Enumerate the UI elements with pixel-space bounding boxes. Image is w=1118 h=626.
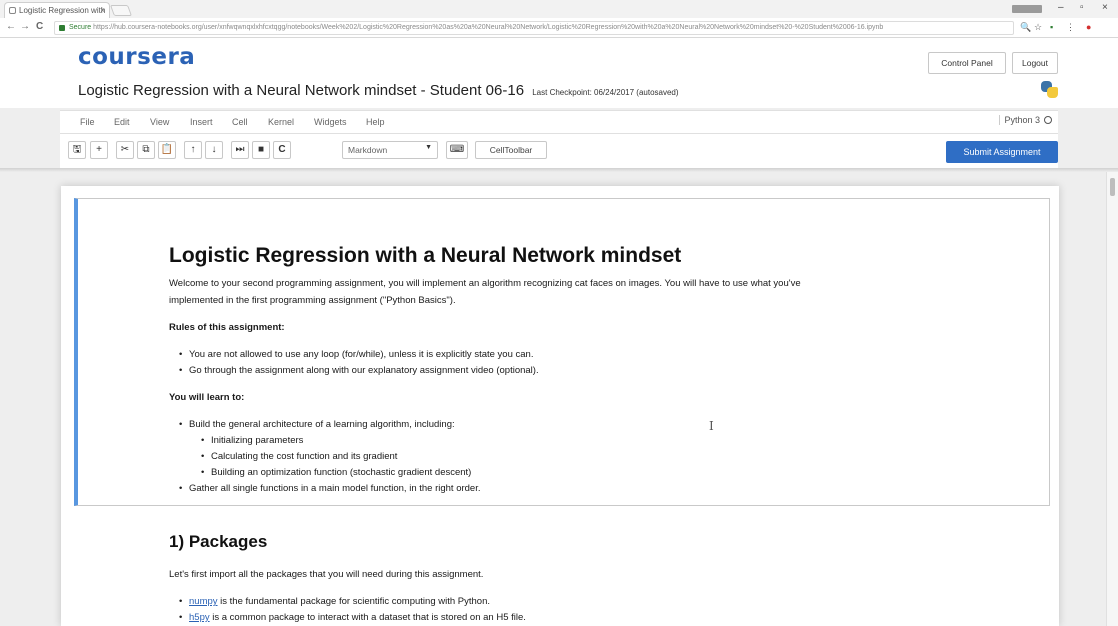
learn-subitem: Initializing parameters [201, 435, 303, 446]
packages-intro: Let's first import all the packages that… [169, 569, 484, 580]
save-icon[interactable]: 🖫 [68, 141, 86, 159]
run-cell-icon[interactable]: ⏭ [231, 141, 249, 159]
kernel-status-icon [1044, 116, 1052, 124]
menu-insert[interactable]: Insert [190, 117, 213, 127]
stop-icon[interactable]: ■ [252, 141, 270, 159]
menu-help[interactable]: Help [366, 117, 385, 127]
notebook-title-row: Logistic Regression with a Neural Networ… [78, 82, 679, 99]
menu-cell[interactable]: Cell [232, 117, 248, 127]
submit-assignment-button[interactable]: Submit Assignment [946, 141, 1058, 163]
header-shadow [0, 168, 1118, 172]
browser-tab-title: Logistic Regression with [19, 6, 106, 15]
paste-icon[interactable]: 📋 [158, 141, 176, 159]
package-item: h5py is a common package to interact wit… [179, 612, 526, 623]
tab-close-icon[interactable]: × [100, 6, 105, 15]
learn-subitem: Building an optimization function (stoch… [201, 467, 471, 478]
move-down-icon[interactable]: ↓ [205, 141, 223, 159]
browser-tab[interactable]: Logistic Regression with × [4, 2, 110, 18]
h5py-description: is a common package to interact with a d… [209, 612, 526, 623]
url-text: https://hub.coursera-notebooks.org/user/… [93, 24, 884, 31]
text-cursor-icon: I [709, 419, 714, 433]
url-field[interactable]: Secure https://hub.coursera-notebooks.or… [54, 21, 1014, 35]
page-scrollbar[interactable] [1106, 172, 1118, 626]
restart-kernel-icon[interactable]: C [273, 141, 291, 159]
window-restore-icon[interactable]: ▫ [1080, 2, 1084, 13]
bookmark-star-icon[interactable]: ☆ [1034, 22, 1042, 33]
checkpoint-status: Last Checkpoint: 06/24/2017 (autosaved) [532, 88, 679, 97]
menu-kernel[interactable]: Kernel [268, 117, 294, 127]
extension-icon[interactable]: ▪ [1050, 22, 1053, 32]
browser-address-bar: ← → C Secure https://hub.coursera-notebo… [0, 18, 1118, 38]
notebook-toolbar: 🖫 + ✂ ⧉ 📋 ↑ ↓ ⏭ ■ C Markdown ▼ ⌨ CellToo… [60, 134, 1058, 168]
browser-tab-bar: Logistic Regression with × – ▫ × [0, 0, 1118, 18]
kernel-indicator: Python 3 [999, 115, 1052, 125]
window-minimize-icon[interactable]: – [1058, 2, 1064, 13]
back-icon[interactable]: ← [6, 21, 16, 32]
rules-heading: Rules of this assignment: [169, 322, 285, 333]
rule-item: Go through the assignment along with our… [179, 365, 539, 376]
rule-item: You are not allowed to use any loop (for… [179, 349, 533, 360]
menu-edit[interactable]: Edit [114, 117, 130, 127]
cell-type-select[interactable]: Markdown ▼ [342, 141, 438, 159]
page-favicon-icon [9, 7, 16, 14]
learn-heading: You will learn to: [169, 392, 245, 403]
insert-cell-icon[interactable]: + [90, 141, 108, 159]
notebook-heading: Logistic Regression with a Neural Networ… [169, 244, 682, 267]
numpy-description: is the fundamental package for scientifi… [217, 596, 490, 607]
menu-file[interactable]: File [80, 117, 95, 127]
secure-label: Secure [69, 24, 92, 31]
kernel-name: Python 3 [1004, 115, 1040, 125]
notebook-header: coursera Logistic Regression with a Neur… [0, 38, 1118, 108]
h5py-link[interactable]: h5py [189, 612, 210, 623]
notebook-menubar: File Edit View Insert Cell Kernel Widget… [60, 110, 1058, 134]
learn-item: Build the general architecture of a lear… [179, 419, 455, 430]
browser-menu-icon[interactable]: ⋮ [1066, 22, 1075, 33]
browser-profile-badge[interactable] [1012, 5, 1042, 13]
numpy-link[interactable]: numpy [189, 596, 218, 607]
cut-icon[interactable]: ✂ [116, 141, 134, 159]
lock-icon [59, 25, 65, 31]
scrollbar-thumb[interactable] [1110, 178, 1115, 196]
keyboard-icon[interactable]: ⌨ [446, 141, 468, 159]
intro-line-1: Welcome to your second programming assig… [169, 278, 801, 289]
move-up-icon[interactable]: ↑ [184, 141, 202, 159]
copy-icon[interactable]: ⧉ [137, 141, 155, 159]
chevron-down-icon: ▼ [425, 144, 432, 151]
logout-button[interactable]: Logout [1012, 52, 1058, 74]
menu-view[interactable]: View [150, 117, 169, 127]
packages-heading: 1) Packages [169, 532, 268, 551]
learn-subitem: Calculating the cost function and its gr… [201, 451, 397, 462]
notebook-container: Logistic Regression with a Neural Networ… [61, 186, 1059, 626]
notebook-title[interactable]: Logistic Regression with a Neural Networ… [78, 82, 524, 99]
python-logo-icon [1040, 80, 1058, 98]
reload-icon[interactable]: C [36, 21, 43, 32]
new-tab-button[interactable] [109, 5, 133, 16]
coursera-logo[interactable]: coursera [78, 44, 195, 70]
celltoolbar-button[interactable]: CellToolbar [475, 141, 547, 159]
control-panel-button[interactable]: Control Panel [928, 52, 1006, 74]
learn-item: Gather all single functions in a main mo… [179, 483, 480, 494]
cell-type-value: Markdown [348, 145, 388, 155]
extension-record-icon[interactable]: ● [1086, 22, 1091, 32]
forward-icon[interactable]: → [20, 21, 30, 32]
search-icon[interactable]: 🔍 [1020, 22, 1031, 33]
intro-line-2: implemented in the first programming ass… [169, 295, 456, 306]
window-close-icon[interactable]: × [1102, 2, 1108, 13]
menu-widgets[interactable]: Widgets [314, 117, 347, 127]
package-item: numpy is the fundamental package for sci… [179, 596, 490, 607]
